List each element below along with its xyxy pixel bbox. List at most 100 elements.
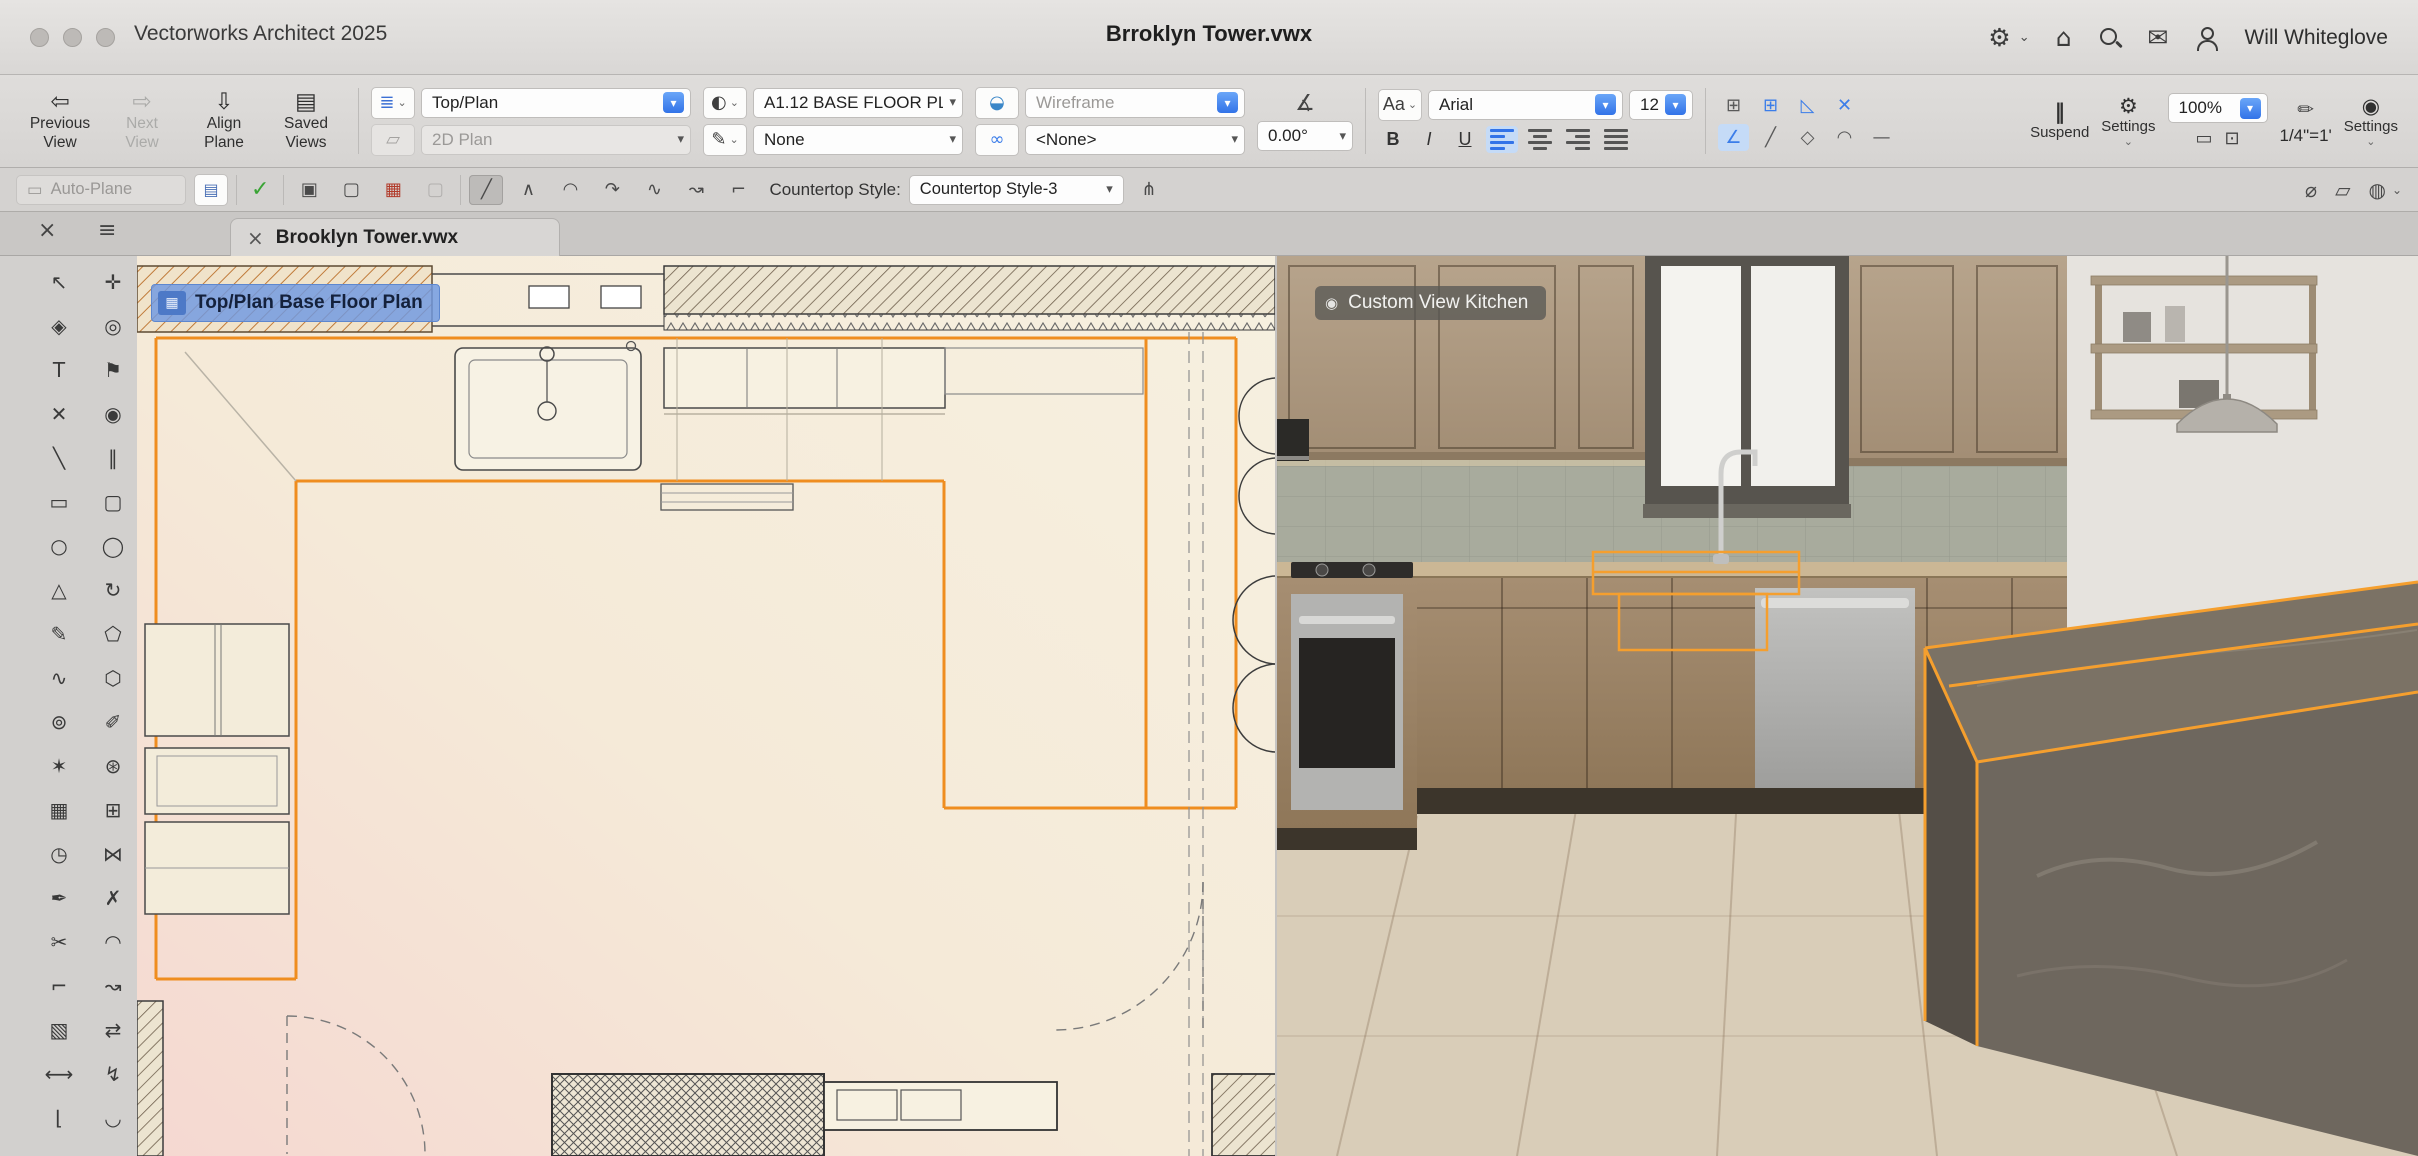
fillet-mode-icon[interactable]: ↝ [679,175,713,205]
render-globe-icon[interactable]: ◍ [2368,178,2385,202]
freehand-mode-icon[interactable]: ∿ [637,175,671,205]
background-render-dropdown[interactable]: <None> [1025,125,1245,155]
fit-page-icon[interactable]: ⊡ [2224,128,2239,149]
double-line-tool[interactable]: ∥ [90,436,136,479]
align-left-button[interactable] [1486,126,1518,153]
select-similar-tool[interactable]: ⊛ [90,744,136,787]
layer-dropdown[interactable]: Top/Plan [421,88,691,118]
zoom-dropdown[interactable]: 100% [2168,93,2268,123]
tangent-snap-icon[interactable]: ◠ [1829,124,1860,151]
align-center-button[interactable] [1524,126,1556,153]
magic-wand-tool[interactable]: ✶ [36,744,82,787]
home-icon[interactable]: ⌂ [2056,25,2072,50]
auto-plane-options-button[interactable]: ▤ [194,174,228,206]
arc-vertex-mode-icon[interactable]: ◠ [553,175,587,205]
text-tool[interactable]: T [36,348,82,391]
extend-tool[interactable]: ↝ [90,964,136,1007]
user-icon[interactable] [2194,26,2218,50]
angle-field[interactable]: 0.00° [1257,121,1353,151]
zigzag-leader-tool[interactable]: ↯ [90,1052,136,1095]
flyover-orbit-tool[interactable]: ◈ [36,304,82,347]
render-viewport[interactable]: ◉ Custom View Kitchen [1277,256,2418,1156]
render-mode-icon-button[interactable]: ◒ [975,87,1019,119]
smart-edge-icon[interactable]: ◇ [1792,124,1823,151]
class-dropdown[interactable]: A1.12 BASE FLOOR PL [753,88,963,118]
line-tool[interactable]: ╲ [36,436,82,479]
render-viewport-label[interactable]: ◉ Custom View Kitchen [1315,286,1546,320]
zoom-tool[interactable]: ◎ [90,304,136,347]
preferences-gear-icon[interactable]: ⚙ [1988,25,2010,50]
working-plane-icon[interactable]: ▱ [2335,178,2350,202]
angle-snap-icon[interactable]: ∠ [1718,124,1749,151]
fillet-arc-tool[interactable]: ◠ [90,920,136,963]
shear-tool[interactable]: ▧ [36,1008,82,1051]
selection-arrow-tool[interactable]: ↖ [36,260,82,303]
fit-objects-icon[interactable]: ▭ [2195,128,2212,149]
hexagon-tool[interactable]: ⬡ [90,656,136,699]
hide-details-icon[interactable]: ⌀ [2305,178,2317,202]
plan-viewport[interactable]: ▦ Top/Plan Base Floor Plan [137,256,1277,1156]
palette-menu-button[interactable]: ≡ [98,220,116,242]
auto-plane-field[interactable]: ▭ Auto-Plane [16,175,186,205]
previous-view-button[interactable]: ⇦ Previous View [20,91,100,150]
plan-mode-icon-button[interactable]: ▱ [371,124,415,156]
pan-hand-tool[interactable]: ✛ [90,260,136,303]
mirror-tool[interactable]: ⋈ [90,832,136,875]
text-style-button[interactable]: Aa⌄ [1378,89,1422,121]
snapping-off-icon[interactable]: ✕ [1829,92,1860,119]
style-tools-icon[interactable]: ⋔ [1132,175,1166,205]
delete-x-tool[interactable]: ✕ [36,392,82,435]
font-size-dropdown[interactable]: 12 [1629,90,1693,120]
attribute-class-icon-button[interactable]: ✎⌄ [703,124,747,156]
attribute-class-dropdown[interactable]: None [753,125,963,155]
dropdown-arrow-icon[interactable] [1595,94,1616,115]
palette-close-button[interactable]: × [38,220,56,242]
class-icon-button[interactable]: ◐⌄ [703,87,747,119]
corner-vertex-mode-icon[interactable]: ╱ [469,175,503,205]
underline-button[interactable]: U [1450,126,1480,154]
gear-chevron-icon[interactable]: ⌄ [2019,30,2030,45]
polygon-tool[interactable]: ⬠ [90,612,136,655]
spiral-tool[interactable]: ⊚ [36,700,82,743]
bezier-vertex-mode-icon[interactable]: ∧ [511,175,545,205]
double-arc-tool[interactable]: ◡ [90,1096,136,1139]
settings-button[interactable]: ⚙ Settings ⌄ [2101,96,2155,147]
extrude-mode-icon[interactable]: ▦ [376,175,410,205]
saved-views-button[interactable]: ▤ Saved Views [266,91,346,150]
scale-pen-icon[interactable]: ✏ [2297,97,2314,121]
snap-to-angle-icon[interactable]: ◺ [1792,92,1823,119]
font-family-dropdown[interactable]: Arial [1428,90,1623,120]
distance-snap-icon[interactable]: — [1866,124,1897,151]
move-tool[interactable]: ⇄ [90,1008,136,1051]
symbol-insert-tool[interactable]: ▦ [36,788,82,831]
surface-mode-icon[interactable]: ▢ [418,175,452,205]
italic-button[interactable]: I [1414,126,1444,154]
snap-to-grid-icon[interactable]: ⊞ [1755,92,1786,119]
dropdown-arrow-icon[interactable] [2240,98,2261,119]
view-settings-button[interactable]: ◉ Settings ⌄ [2344,96,2398,147]
background-render-icon-button[interactable]: ∞ [975,124,1019,156]
visibility-tool[interactable]: ◉ [90,392,136,435]
search-icon[interactable] [2098,26,2122,50]
delete-tool[interactable]: ✗ [90,876,136,919]
dropdown-arrow-icon[interactable] [1217,92,1238,113]
next-view-button[interactable]: ⇨ Next View [102,91,182,150]
align-plane-button[interactable]: ⇩ Align Plane [184,91,264,150]
corner-mode-icon[interactable]: ⌐ [721,175,755,205]
tangent-arc-mode-icon[interactable]: ↷ [595,175,629,205]
planar-mode-icon[interactable]: ▣ [292,175,326,205]
scale-value[interactable]: 1/4"=1' [2280,126,2332,146]
rounded-rectangle-tool[interactable]: ▢ [90,480,136,523]
eyedropper-tool[interactable]: ✐ [90,700,136,743]
polyline-tool[interactable]: ✎ [36,612,82,655]
screen-plane-mode-icon[interactable]: ▢ [334,175,368,205]
attribute-brush-tool[interactable]: ✒ [36,876,82,919]
plan-mode-dropdown[interactable]: 2D Plan [421,125,691,155]
split-scissors-tool[interactable]: ✂ [36,920,82,963]
render-mode-dropdown[interactable]: Wireframe [1025,88,1245,118]
justify-button[interactable] [1600,126,1632,153]
plan-viewport-label[interactable]: ▦ Top/Plan Base Floor Plan [151,284,440,322]
triangle-tool[interactable]: △ [36,568,82,611]
rotate-tool[interactable]: ◷ [36,832,82,875]
grid-icon[interactable]: ⊞ [1718,92,1749,119]
